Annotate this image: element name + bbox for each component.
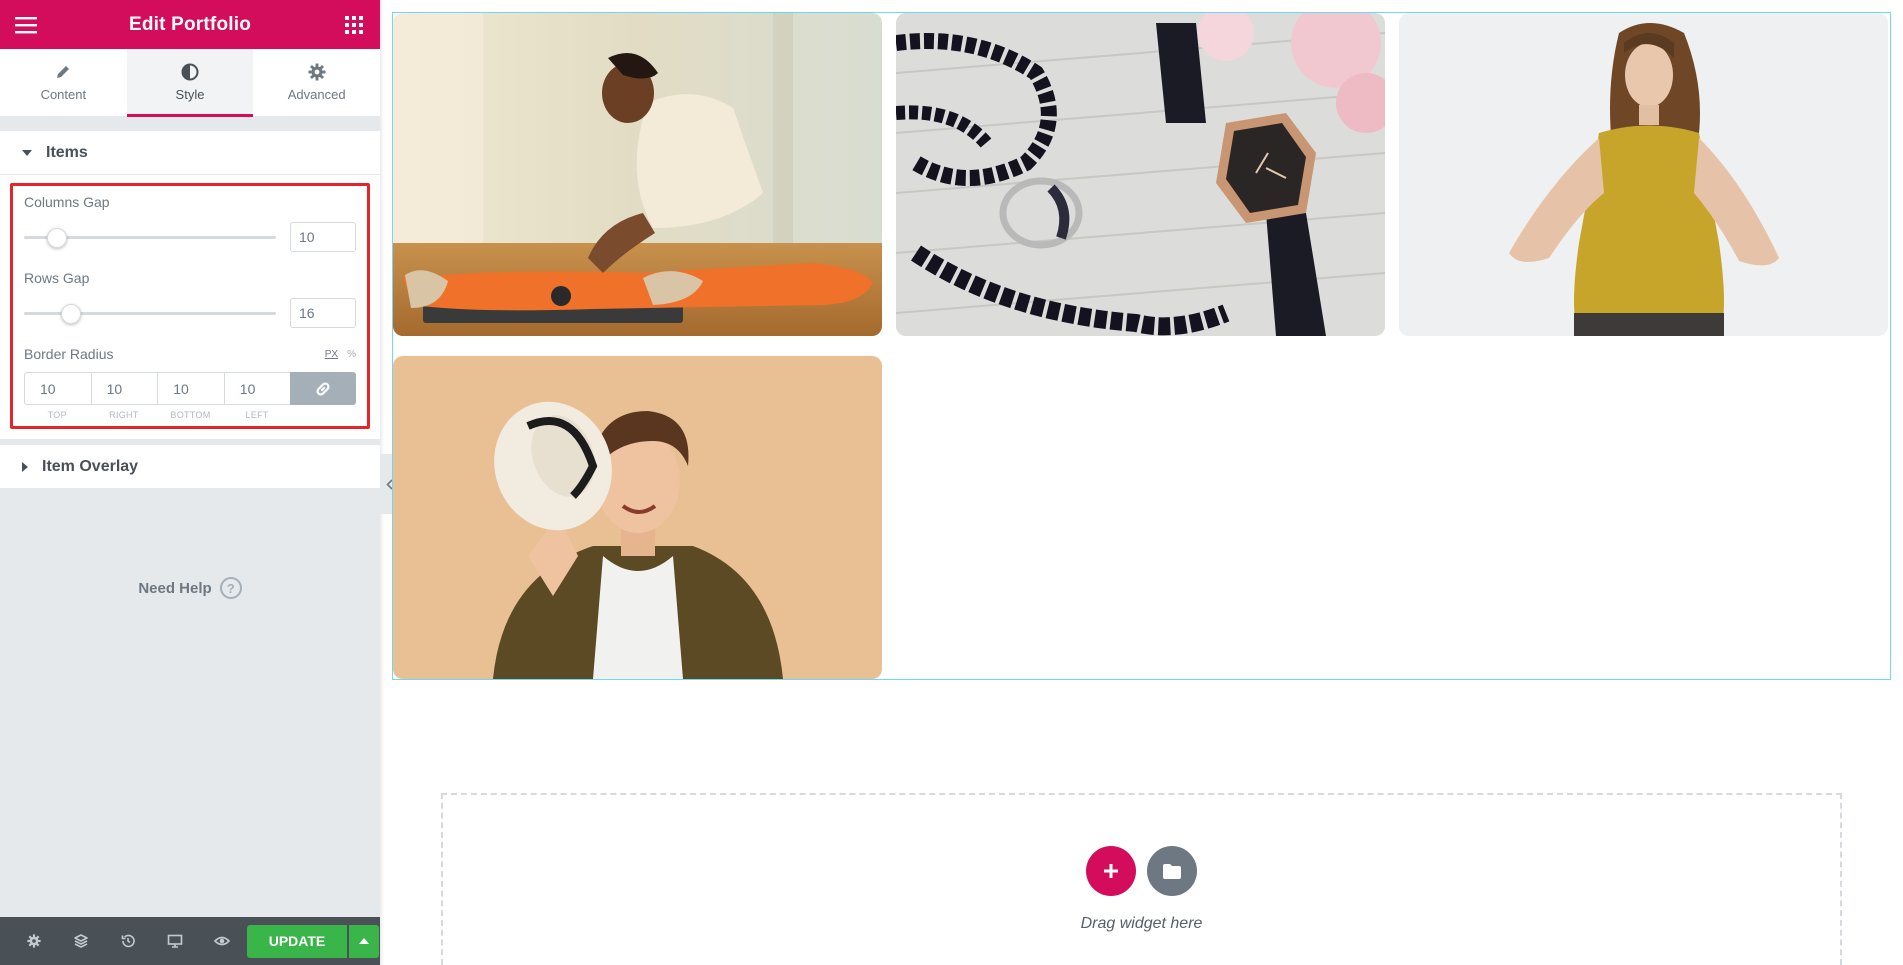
portfolio-item[interactable] [1399, 13, 1888, 336]
radius-right-caption: RIGHT [109, 410, 139, 420]
drop-zone-label: Drag widget here [1080, 915, 1203, 932]
jewelry-watch-photo [896, 13, 1385, 336]
caret-down-icon [22, 149, 32, 156]
radius-top-caption: TOP [47, 410, 67, 420]
rows-gap-slider[interactable] [24, 303, 276, 324]
border-radius-label: Border Radius [24, 346, 114, 362]
caret-up-icon [359, 938, 369, 944]
hamburger-icon[interactable] [14, 13, 38, 37]
portfolio-widget[interactable] [392, 12, 1891, 680]
update-button[interactable]: UPDATE [247, 924, 347, 958]
radius-left: 10 LEFT [223, 372, 291, 420]
question-icon: ? [219, 577, 242, 599]
radius-bottom: 10 BOTTOM [157, 372, 224, 420]
gear-icon [308, 63, 326, 81]
pencil-icon [55, 63, 71, 81]
radius-left-caption: LEFT [245, 410, 269, 420]
highlighted-controls: Columns Gap 10 Rows Gap 16 Border Radius [10, 183, 370, 429]
drop-zone[interactable]: Drag widget here [441, 793, 1842, 965]
panel-footer: UPDATE [0, 917, 380, 965]
panel-tabs: Content Style Advanced [0, 49, 380, 117]
layers-icon[interactable] [57, 917, 104, 965]
grid-icon[interactable] [342, 13, 366, 37]
woman-gold-dress-photo [1399, 13, 1888, 336]
link-icon [316, 381, 330, 396]
radius-left-input[interactable]: 10 [223, 372, 291, 405]
history-icon[interactable] [104, 917, 151, 965]
tab-advanced[interactable]: Advanced [253, 49, 380, 116]
man-with-hat-photo [393, 356, 882, 679]
columns-gap-label: Columns Gap [24, 194, 110, 210]
tab-content[interactable]: Content [0, 49, 127, 116]
slider-thumb[interactable] [61, 304, 82, 324]
portfolio-item[interactable] [393, 13, 882, 336]
folder-icon [1163, 863, 1181, 879]
add-section-button[interactable] [1086, 846, 1136, 896]
link-values-button[interactable] [290, 372, 356, 405]
items-section-title: Items [46, 143, 88, 161]
rows-gap-input[interactable]: 16 [290, 298, 356, 328]
radius-top: 10 TOP [24, 372, 91, 420]
tab-spacer [0, 117, 380, 131]
update-options-button[interactable] [349, 924, 379, 958]
tab-style-label: Style [175, 87, 205, 102]
items-section-toggle[interactable]: Items [0, 131, 380, 175]
unit-percent[interactable]: % [347, 349, 356, 360]
radius-bottom-caption: BOTTOM [170, 410, 211, 420]
border-radius-header: Border Radius PX % [24, 346, 356, 362]
panel-header: Edit Portfolio [0, 0, 380, 49]
settings-icon[interactable] [10, 917, 57, 965]
add-template-button[interactable] [1147, 846, 1197, 896]
rows-gap-control: 16 [24, 298, 356, 328]
item-overlay-title: Item Overlay [42, 457, 139, 475]
panel-title: Edit Portfolio [128, 13, 252, 35]
item-overlay-section-toggle[interactable]: Item Overlay [0, 445, 380, 489]
plus-icon [1104, 864, 1118, 878]
preview-icon[interactable] [198, 917, 245, 965]
radius-right-input[interactable]: 10 [90, 372, 158, 405]
tab-content-label: Content [40, 87, 87, 102]
tab-advanced-label: Advanced [287, 87, 346, 102]
columns-gap-control: 10 [24, 222, 356, 252]
columns-gap-input[interactable]: 10 [290, 222, 356, 252]
contrast-icon [181, 63, 199, 81]
editor-panel: Edit Portfolio Content Style Advanced It… [0, 0, 380, 965]
woman-stretching-photo [393, 13, 882, 336]
radius-right: 10 RIGHT [90, 372, 158, 420]
slider-thumb[interactable] [47, 228, 68, 248]
unit-px[interactable]: PX [325, 349, 338, 360]
need-help-label: Need Help [138, 579, 212, 597]
rows-gap-label: Rows Gap [24, 270, 90, 286]
tab-style[interactable]: Style [126, 49, 254, 117]
portfolio-item[interactable] [896, 13, 1385, 336]
caret-right-icon [22, 461, 28, 472]
unit-switcher: PX % [325, 349, 356, 360]
border-radius-dimensions: 10 TOP 10 RIGHT 10 BOTTOM 10 LEFT [24, 372, 356, 420]
portfolio-item[interactable] [393, 356, 882, 679]
radius-bottom-input[interactable]: 10 [157, 372, 224, 405]
need-help-link[interactable]: Need Help ? [0, 577, 380, 599]
responsive-icon[interactable] [151, 917, 198, 965]
radius-top-input[interactable]: 10 [24, 372, 91, 405]
columns-gap-slider[interactable] [24, 227, 276, 248]
items-section-body: Columns Gap 10 Rows Gap 16 Border Radius [0, 175, 380, 439]
